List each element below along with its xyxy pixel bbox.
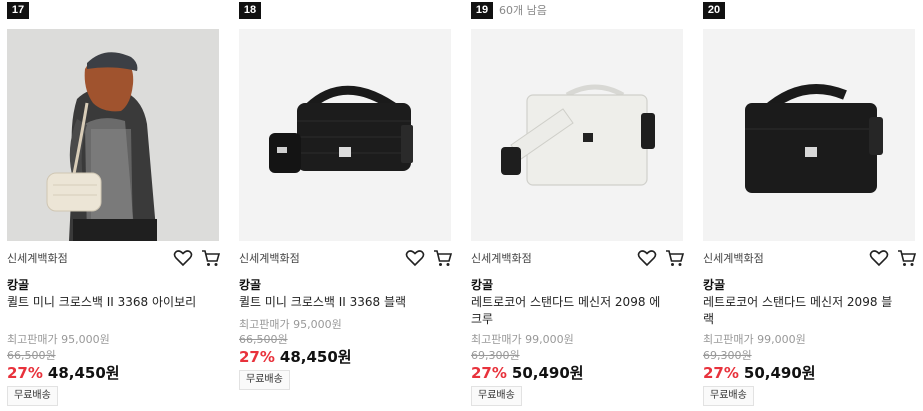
brand-name: 캉골	[471, 278, 494, 292]
cart-icon[interactable]	[897, 248, 917, 268]
model-with-bag-image	[7, 29, 219, 241]
max-price: 최고판매가 99,000원	[471, 333, 574, 346]
product-image[interactable]	[471, 29, 683, 241]
rank-row: 20	[703, 1, 725, 19]
rank-badge: 17	[7, 1, 29, 19]
product-name[interactable]: 퀼트 미니 크로스백 II 3368 블랙	[239, 294, 435, 311]
rank-badge: 20	[703, 1, 725, 19]
free-shipping-badge: 무료배송	[7, 386, 58, 406]
price-row: 27% 48,450원	[239, 346, 352, 367]
sale-price: 50,490원	[511, 364, 584, 382]
product-card[interactable]: 19 60개 남음 신세계백화점 캉골 레트로코어 스탠다드 메신저 2098 …	[471, 0, 695, 411]
store-name: 신세계백화점	[471, 252, 532, 265]
cart-icon[interactable]	[665, 248, 685, 268]
black-messenger-image	[703, 29, 915, 241]
original-price: 69,300원	[471, 349, 520, 362]
heart-icon[interactable]	[173, 248, 193, 268]
product-name[interactable]: 퀼트 미니 크로스백 II 3368 아이보리	[7, 294, 203, 311]
original-price: 69,300원	[703, 349, 752, 362]
product-name[interactable]: 레트로코어 스탠다드 메신저 2098 블랙	[703, 294, 899, 328]
max-price: 최고판매가 95,000원	[7, 333, 110, 346]
price-row: 27% 50,490원	[471, 362, 584, 383]
discount-rate: 27%	[239, 348, 275, 366]
sale-price: 50,490원	[743, 364, 816, 382]
product-card[interactable]: 20 신세계백화점 캉골 레트로코어 스탠다드 메신저 2098 블랙 최고판매…	[703, 0, 923, 411]
product-name[interactable]: 레트로코어 스탠다드 메신저 2098 에크루	[471, 294, 667, 328]
store-row: 신세계백화점	[703, 248, 917, 268]
product-grid: 17 신세계백화점 캉골 퀼트 미니 크로스백 II 3368 아이보리 최고판…	[0, 0, 923, 411]
store-name: 신세계백화점	[703, 252, 764, 265]
heart-icon[interactable]	[869, 248, 889, 268]
sale-price: 48,450원	[279, 348, 352, 366]
rank-badge: 19	[471, 1, 493, 19]
max-price: 최고판매가 95,000원	[239, 318, 342, 331]
rank-row: 18	[239, 1, 261, 19]
discount-rate: 27%	[703, 364, 739, 382]
cart-icon[interactable]	[201, 248, 221, 268]
product-image[interactable]	[703, 29, 915, 241]
discount-rate: 27%	[7, 364, 43, 382]
store-name: 신세계백화점	[239, 252, 300, 265]
rank-badge: 18	[239, 1, 261, 19]
heart-icon[interactable]	[405, 248, 425, 268]
brand-name: 캉골	[7, 278, 30, 292]
cart-icon[interactable]	[433, 248, 453, 268]
ecru-messenger-image	[471, 29, 683, 241]
product-card[interactable]: 18 신세계백화점 캉골 퀼트 미니 크로스백 II 3368 블랙 최고판매가…	[239, 0, 463, 411]
original-price: 66,500원	[7, 349, 56, 362]
price-row: 27% 48,450원	[7, 362, 120, 383]
rank-row: 17	[7, 1, 29, 19]
free-shipping-badge: 무료배송	[703, 386, 754, 406]
sale-price: 48,450원	[47, 364, 120, 382]
product-image[interactable]	[239, 29, 451, 241]
black-crossbag-image	[239, 29, 451, 241]
rank-row: 19 60개 남음	[471, 1, 547, 19]
store-row: 신세계백화점	[239, 248, 453, 268]
price-row: 27% 50,490원	[703, 362, 816, 383]
brand-name: 캉골	[703, 278, 726, 292]
product-image[interactable]	[7, 29, 219, 241]
free-shipping-badge: 무료배송	[471, 386, 522, 406]
store-row: 신세계백화점	[7, 248, 221, 268]
brand-name: 캉골	[239, 278, 262, 292]
discount-rate: 27%	[471, 364, 507, 382]
store-name: 신세계백화점	[7, 252, 68, 265]
store-row: 신세계백화점	[471, 248, 685, 268]
free-shipping-badge: 무료배송	[239, 370, 290, 390]
stock-remaining: 60개 남음	[499, 4, 547, 17]
heart-icon[interactable]	[637, 248, 657, 268]
original-price: 66,500원	[239, 333, 288, 346]
product-card[interactable]: 17 신세계백화점 캉골 퀼트 미니 크로스백 II 3368 아이보리 최고판…	[7, 0, 231, 411]
max-price: 최고판매가 99,000원	[703, 333, 806, 346]
